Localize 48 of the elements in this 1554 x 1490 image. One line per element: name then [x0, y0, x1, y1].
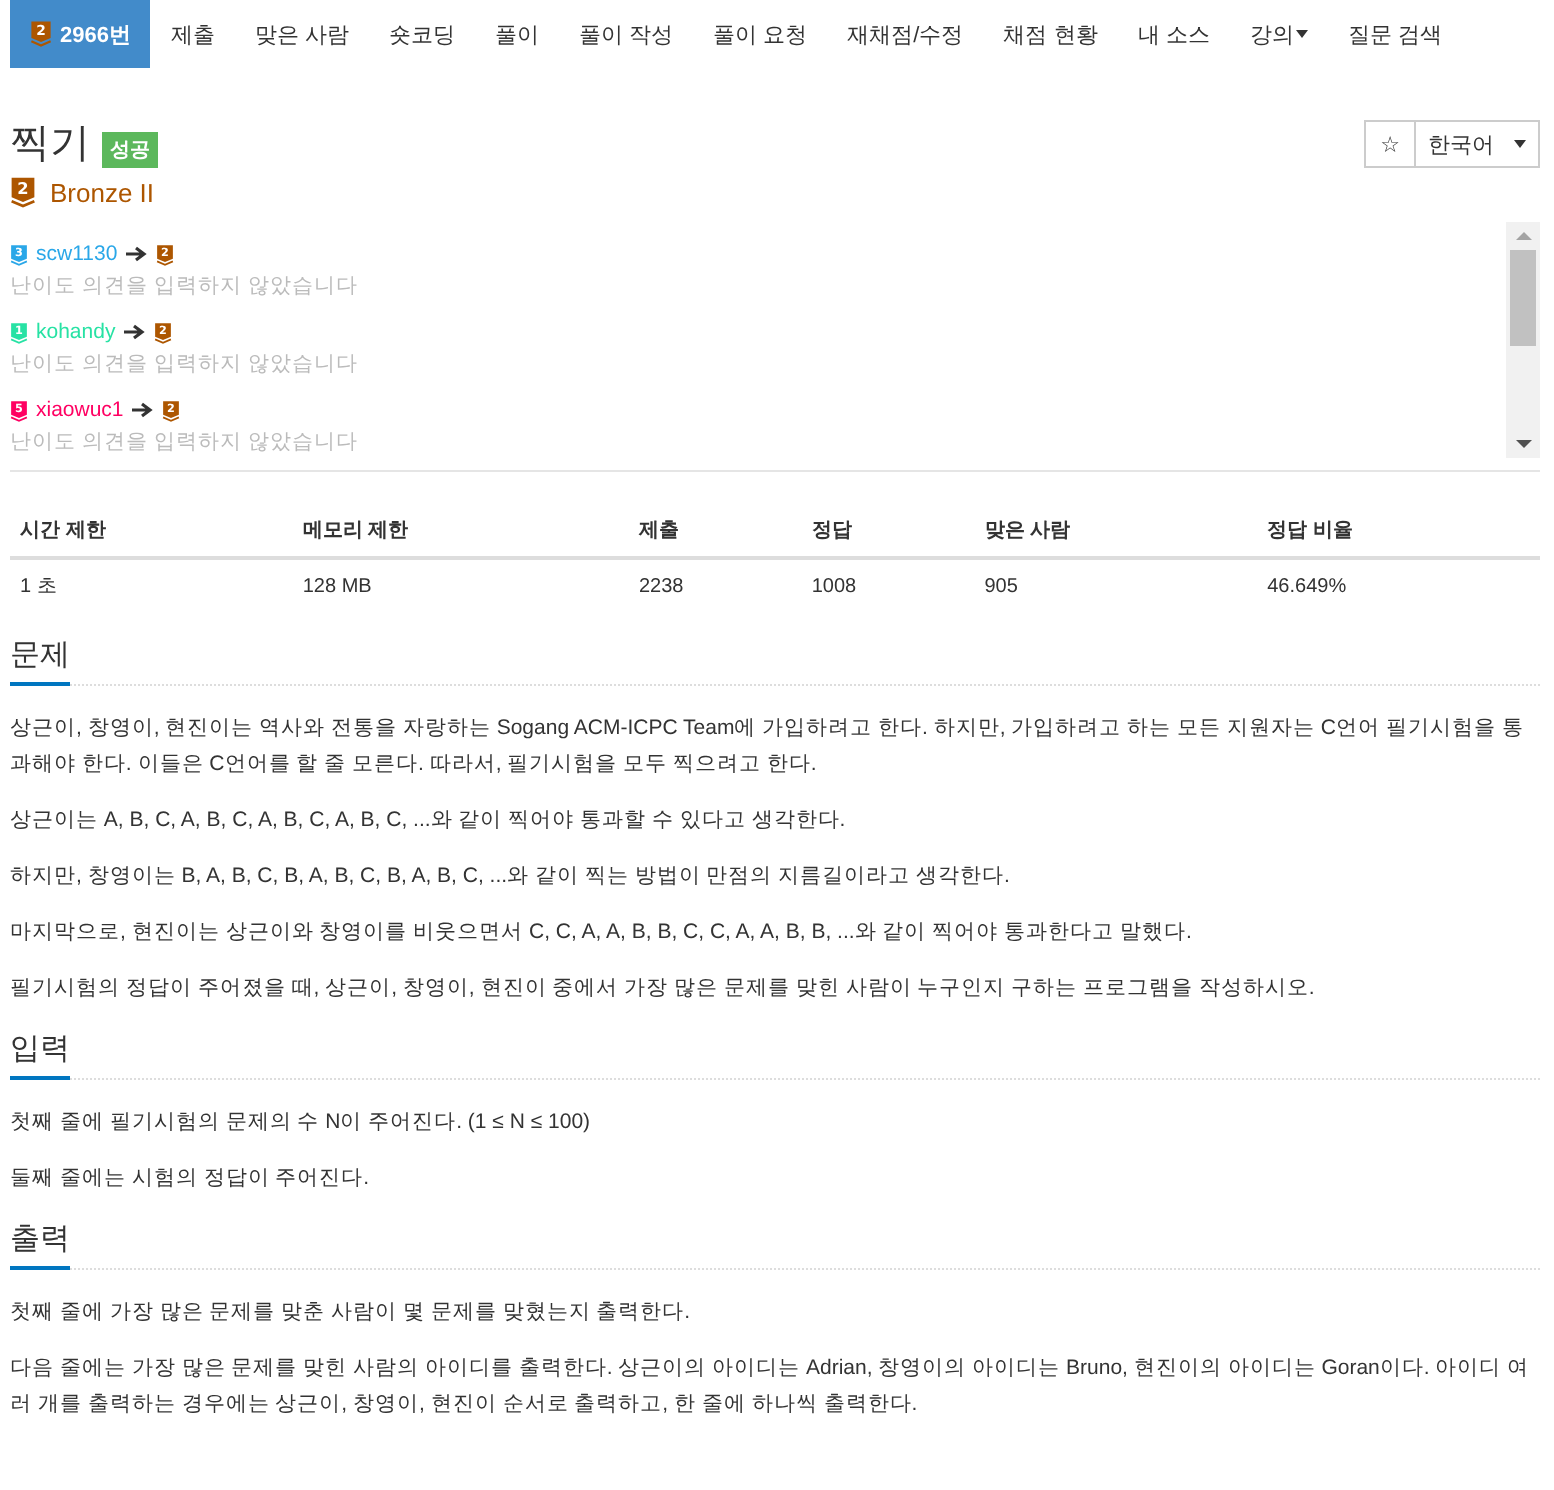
paragraph: 마지막으로, 현진이는 상근이와 창영이를 비웃으면서 C, C, A, A, B, B, C, C, A, A, B, B, ...와 같이 찍어야 통과한다고 말했다.: [10, 918, 1194, 949]
section-heading: 입력: [10, 1030, 70, 1081]
nav-tab[interactable]: 질문 검색: [1327, 0, 1462, 68]
column-header: 메모리 제한: [292, 504, 629, 559]
user-link[interactable]: xiaowuc1: [36, 398, 124, 423]
column-header: 시간 제한: [10, 504, 293, 559]
table-cell: 46.649%: [1257, 558, 1540, 613]
nav-tab[interactable]: 제출: [150, 0, 235, 68]
table-cell: 2238: [629, 558, 802, 613]
column-header: 정답 비율: [1257, 504, 1540, 559]
nav-tab[interactable]: 재채점/수정: [827, 0, 984, 68]
problem-title: 찍기: [10, 120, 90, 168]
star-button[interactable]: ☆: [1364, 120, 1414, 168]
nav-tab[interactable]: 내 소스: [1117, 0, 1230, 68]
opinion-comment: 난이도 의견을 입력하지 않았습니다: [10, 428, 360, 457]
table-cell: 1008: [801, 558, 975, 613]
nav-tab[interactable]: 맞은 사람: [234, 0, 370, 68]
paragraph: 상근이는 A, B, C, A, B, C, A, B, C, A, B, C, ...와 같이 찍어야 통과할 수 있다고 생각한다.: [10, 806, 848, 837]
nav-tab[interactable]: 강의: [1229, 0, 1328, 68]
arrow-icon: [125, 246, 148, 263]
paragraph: 하지만, 창영이는 B, A, B, C, B, A, B, C, B, A, B, C, ...와 같이 찍는 방법이 만점의 지름길이라고 생각한다.: [10, 862, 1012, 893]
table-cell: 1 초: [10, 558, 293, 613]
tier-name: Bronze II: [50, 177, 155, 208]
nav-tab[interactable]: 숏코딩: [369, 0, 476, 68]
opinion-comment: 난이도 의견을 입력하지 않았습니다: [10, 350, 360, 379]
paragraph: 필기시험의 정답이 주어졌을 때, 상근이, 창영이, 현진이 중에서 가장 많은 문제를 맞힌 사람이 누구인지 구하는 프로그램을 작성하시오.: [10, 974, 1317, 1005]
section-heading: 출력: [10, 1220, 70, 1271]
nav-tab[interactable]: 풀이 요청: [693, 0, 828, 68]
column-header: 정답: [801, 504, 975, 559]
arrow-icon: [131, 402, 154, 419]
nav-tab[interactable]: 채점 현황: [983, 0, 1118, 68]
nav-tab[interactable]: 풀이 작성: [559, 0, 694, 68]
scrollbar[interactable]: [1506, 222, 1540, 459]
column-header: 맞은 사람: [974, 504, 1258, 559]
table-cell: 905: [974, 558, 1258, 613]
paragraph: 둘째 줄에는 시험의 정답이 주어진다.: [10, 1164, 372, 1195]
section-heading: 문제: [10, 636, 70, 687]
opinion-comment: 난이도 의견을 입력하지 않았습니다: [10, 272, 360, 301]
language-dropdown[interactable]: 한국어: [1414, 120, 1540, 168]
paragraph: 다음 줄에는 가장 많은 문제를 맞힌 사람의 아이디를 출력한다. 상근이의 아이디는 Adrian, 창영이의 아이디는 Bruno, 현진이의 아이디는 Goran이다. 아이디 여러 개를 출력하는 경우에는 상근이, 창영이, 현진이 순서로 출력하고, 한 줄에 하나씩 출력한다.: [10, 1354, 1532, 1421]
paragraph: 상근이, 창영이, 현진이는 역사와 전통을 자랑하는 Sogang ACM-ICPC Team에 가입하려고 한다. 하지만, 가입하려고 하는 모든 지원자는 C언어 필기시험을 통과해야 한다. 이들은 C언어를 할 줄 모른다. 따라서, 필기시험을 모두 찍으려고 한다.: [10, 714, 1526, 781]
table-cell: 128 MB: [292, 558, 629, 613]
result-label: 성공: [102, 132, 158, 168]
paragraph: 첫째 줄에 필기시험의 문제의 수 N이 주어진다. (1 ≤ N ≤ 100): [10, 1108, 593, 1139]
column-header: 제출: [629, 504, 802, 559]
nav-tab[interactable]: 풀이: [475, 0, 560, 68]
arrow-icon: [123, 324, 146, 341]
paragraph: 첫째 줄에 가장 많은 문제를 맞춘 사람이 몇 문제를 맞혔는지 출력한다.: [10, 1298, 693, 1329]
